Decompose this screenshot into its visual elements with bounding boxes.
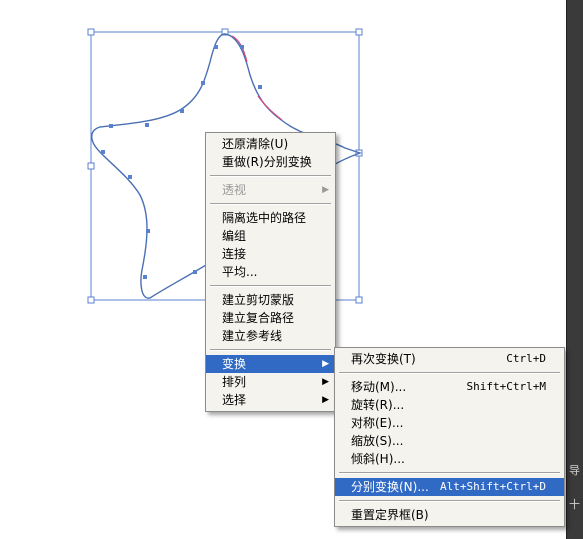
menu-item-label: 重置定界框(B) xyxy=(351,508,429,522)
menu-item-label: 连接 xyxy=(222,247,247,261)
anchor-point[interactable] xyxy=(145,123,149,127)
menu-separator xyxy=(339,500,560,502)
menu-item-label: 倾斜(H)... xyxy=(351,452,405,466)
menu-item-label: 对称(E)... xyxy=(351,416,404,430)
menu-item-shortcut: Shift+Ctrl+M xyxy=(466,380,546,393)
menu-item-label: 旋转(R)... xyxy=(351,398,405,412)
handle-bottom-right[interactable] xyxy=(355,296,363,304)
menu-item-label: 隔离选中的路径 xyxy=(222,211,307,225)
submenu-arrow-icon: ▶ xyxy=(322,185,329,195)
submenu-item-rotate[interactable]: 旋转(R)... xyxy=(335,396,564,414)
menu-item-join[interactable]: 连接 xyxy=(206,245,335,263)
submenu-item-reset-bounding-box[interactable]: 重置定界框(B) xyxy=(335,506,564,524)
menu-item-shortcut: Alt+Shift+Ctrl+D xyxy=(440,480,546,493)
menu-separator xyxy=(210,175,331,177)
menu-item-label: 选择 xyxy=(222,393,247,407)
menu-item-label: 平均... xyxy=(222,265,258,279)
menu-item-select[interactable]: 选择 ▶ xyxy=(206,391,335,409)
menu-item-label: 透视 xyxy=(222,183,247,197)
menu-item-arrange[interactable]: 排列 ▶ xyxy=(206,373,335,391)
menu-separator xyxy=(339,372,560,374)
submenu-item-shear[interactable]: 倾斜(H)... xyxy=(335,450,564,468)
anchor-point[interactable] xyxy=(143,275,147,279)
anchor-point[interactable] xyxy=(258,85,262,89)
side-panel: 导 十 xyxy=(566,0,583,539)
anchor-point[interactable] xyxy=(146,229,150,233)
menu-item-label: 建立复合路径 xyxy=(222,311,295,325)
submenu-arrow-icon: ▶ xyxy=(322,377,329,387)
menu-separator xyxy=(210,203,331,205)
menu-separator xyxy=(210,285,331,287)
anchor-point[interactable] xyxy=(201,81,205,85)
menu-item-transform[interactable]: 变换 ▶ xyxy=(206,355,335,373)
side-panel-label-bottom[interactable]: 十 xyxy=(569,496,580,512)
anchor-point[interactable] xyxy=(101,150,105,154)
side-panel-label-top[interactable]: 导 xyxy=(569,462,580,478)
menu-item-isolate-path[interactable]: 隔离选中的路径 xyxy=(206,209,335,227)
menu-item-label: 再次变换(T) xyxy=(351,352,416,366)
anchor-point[interactable] xyxy=(193,270,197,274)
menu-item-undo-clear[interactable]: 还原清除(U) xyxy=(206,135,335,153)
menu-item-shortcut: Ctrl+D xyxy=(506,352,546,365)
menu-item-make-guides[interactable]: 建立参考线 xyxy=(206,327,335,345)
context-menu: 还原清除(U) 重做(R)分别变换 透视 ▶ 隔离选中的路径 编组 连接 平均.… xyxy=(205,132,336,412)
menu-separator xyxy=(210,349,331,351)
handle-top-right[interactable] xyxy=(355,28,363,36)
submenu-item-scale[interactable]: 缩放(S)... xyxy=(335,432,564,450)
menu-item-average[interactable]: 平均... xyxy=(206,263,335,281)
submenu-item-move[interactable]: 移动(M)... Shift+Ctrl+M xyxy=(335,378,564,396)
menu-item-label: 缩放(S)... xyxy=(351,434,404,448)
anchor-point[interactable] xyxy=(109,124,113,128)
transform-submenu: 再次变换(T) Ctrl+D 移动(M)... Shift+Ctrl+M 旋转(… xyxy=(334,347,565,527)
submenu-item-transform-again[interactable]: 再次变换(T) Ctrl+D xyxy=(335,350,564,368)
handle-top-left[interactable] xyxy=(87,28,95,36)
menu-item-label: 分别变换(N)... xyxy=(351,480,429,494)
menu-item-label: 建立参考线 xyxy=(222,329,283,343)
anchor-point[interactable] xyxy=(180,109,184,113)
submenu-item-reflect[interactable]: 对称(E)... xyxy=(335,414,564,432)
menu-separator xyxy=(339,472,560,474)
menu-item-make-clipping-mask[interactable]: 建立剪切蒙版 xyxy=(206,291,335,309)
menu-item-label: 排列 xyxy=(222,375,247,389)
anchor-point[interactable] xyxy=(128,175,132,179)
menu-item-label: 移动(M)... xyxy=(351,380,407,394)
handle-middle-left[interactable] xyxy=(87,162,95,170)
submenu-arrow-icon: ▶ xyxy=(322,395,329,405)
menu-item-label: 变换 xyxy=(222,357,247,371)
menu-item-label: 还原清除(U) xyxy=(222,137,289,151)
submenu-item-transform-each[interactable]: 分别变换(N)... Alt+Shift+Ctrl+D xyxy=(335,478,564,496)
anchor-point[interactable] xyxy=(214,45,218,49)
anchor-point[interactable] xyxy=(240,45,244,49)
handle-bottom-left[interactable] xyxy=(87,296,95,304)
menu-item-perspective[interactable]: 透视 ▶ xyxy=(206,181,335,199)
menu-item-label: 建立剪切蒙版 xyxy=(222,293,295,307)
menu-item-make-compound-path[interactable]: 建立复合路径 xyxy=(206,309,335,327)
menu-item-redo-transform-each[interactable]: 重做(R)分别变换 xyxy=(206,153,335,171)
menu-item-label: 重做(R)分别变换 xyxy=(222,155,312,169)
menu-item-group[interactable]: 编组 xyxy=(206,227,335,245)
menu-item-label: 编组 xyxy=(222,229,247,243)
submenu-arrow-icon: ▶ xyxy=(322,359,329,369)
